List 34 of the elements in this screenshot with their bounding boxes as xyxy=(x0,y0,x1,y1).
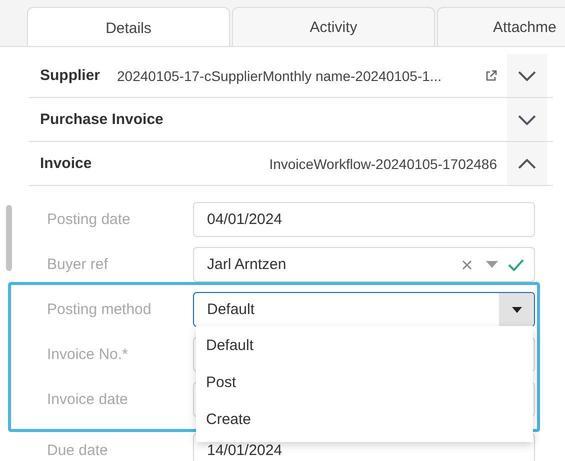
section-title: Purchase Invoice xyxy=(39,111,164,128)
field-value: Jarl Arntzen xyxy=(207,256,286,273)
field-label: Posting date xyxy=(47,211,132,228)
scrollbar-thumb[interactable] xyxy=(6,205,12,271)
section-title: Supplier xyxy=(39,67,100,84)
section-value: InvoiceWorkflow-20240105-1702486 xyxy=(268,156,498,172)
expand-button[interactable] xyxy=(507,54,547,97)
field-label: Due date xyxy=(47,442,109,459)
field-label: Posting method xyxy=(47,301,152,318)
field-label: Invoice date xyxy=(47,391,129,408)
section-value: 20240105-17-cSupplierMonthly name-20240105-1... xyxy=(116,68,443,84)
expand-button[interactable] xyxy=(507,98,547,141)
select-value: Default xyxy=(207,301,255,318)
chevron-down-icon xyxy=(518,114,536,124)
lookup-field[interactable]: Jarl Arntzen xyxy=(193,247,535,282)
input-field[interactable]: 04/01/2024 xyxy=(193,202,535,237)
caret-icon[interactable] xyxy=(486,261,498,268)
dropdown-option[interactable]: Post xyxy=(196,364,533,401)
section-title: Invoice xyxy=(39,155,92,172)
external-link-icon[interactable] xyxy=(485,70,497,82)
clear-icon[interactable] xyxy=(462,260,472,270)
field-value: 14/01/2024 xyxy=(207,442,282,459)
caret-icon xyxy=(512,306,522,312)
field-value: 04/01/2024 xyxy=(207,211,282,228)
chevron-down-icon xyxy=(518,70,536,80)
field-label: Invoice No.* xyxy=(47,346,129,363)
field-label: Buyer ref xyxy=(47,256,109,273)
dropdown-option[interactable]: Default xyxy=(196,327,533,364)
chevron-up-icon xyxy=(518,158,536,168)
tab[interactable]: Details xyxy=(27,7,230,46)
tab[interactable]: Activity xyxy=(232,7,435,46)
collapse-button[interactable] xyxy=(507,142,547,185)
dropdown-button[interactable] xyxy=(499,293,534,326)
tab[interactable]: Attachme xyxy=(437,7,565,46)
